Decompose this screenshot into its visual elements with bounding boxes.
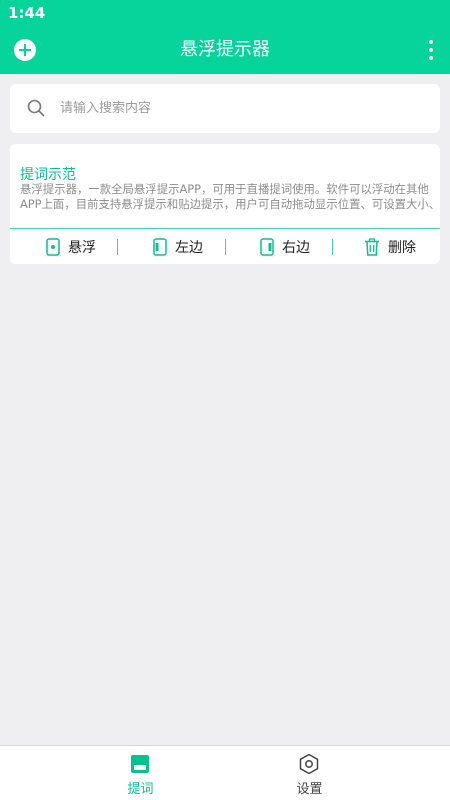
bottom-navigation: 提词 设置 bbox=[0, 745, 450, 800]
prompt-card[interactable]: 提词示范 悬浮提示器，一款全局悬浮提示APP，可用于直播提词使用。软件可以浮动在… bbox=[10, 144, 440, 264]
card-title: 提词示范 bbox=[20, 167, 76, 183]
app-bar: 悬浮提示器 bbox=[0, 26, 450, 74]
dock-right-icon bbox=[260, 237, 274, 256]
card-actions: 悬浮 左边 右边 删除 bbox=[10, 229, 440, 264]
trash-icon bbox=[365, 237, 379, 256]
action-separator bbox=[117, 239, 118, 255]
prompt-square-icon bbox=[131, 755, 149, 773]
delete-label: 删除 bbox=[388, 239, 416, 256]
dock-left-button[interactable]: 左边 bbox=[153, 229, 203, 264]
page-title: 悬浮提示器 bbox=[180, 39, 270, 60]
dock-left-label: 左边 bbox=[175, 239, 203, 256]
action-separator bbox=[332, 239, 333, 255]
dock-left-icon bbox=[153, 237, 167, 256]
status-time: 1:44 bbox=[8, 4, 46, 22]
tab-settings-label: 设置 bbox=[296, 782, 323, 797]
search-icon bbox=[27, 99, 45, 117]
float-label: 悬浮 bbox=[68, 239, 96, 256]
dock-right-button[interactable]: 右边 bbox=[260, 229, 310, 264]
status-bar: 1:44 bbox=[0, 0, 450, 26]
settings-hexagon-icon bbox=[299, 753, 319, 775]
delete-button[interactable]: 删除 bbox=[364, 229, 416, 264]
card-description-line: 悬浮提示器，一款全局悬浮提示APP，可用于直播提词使用。软件可以浮动在其他 bbox=[20, 182, 429, 196]
float-button[interactable]: 悬浮 bbox=[46, 229, 96, 264]
dock-right-label: 右边 bbox=[282, 239, 310, 256]
card-description: 悬浮提示器，一款全局悬浮提示APP，可用于直播提词使用。软件可以浮动在其他 AP… bbox=[20, 182, 441, 212]
search-bar[interactable] bbox=[10, 84, 440, 133]
action-separator bbox=[225, 239, 226, 255]
search-input[interactable] bbox=[60, 84, 420, 133]
card-description-line: APP上面，目前支持悬浮提示和贴边提示，用户可自动拖动显示位置、可设置大小、 bbox=[20, 197, 441, 211]
tab-settings[interactable]: 设置 bbox=[197, 746, 422, 800]
float-icon bbox=[46, 237, 60, 256]
more-vert-icon[interactable] bbox=[428, 38, 434, 62]
